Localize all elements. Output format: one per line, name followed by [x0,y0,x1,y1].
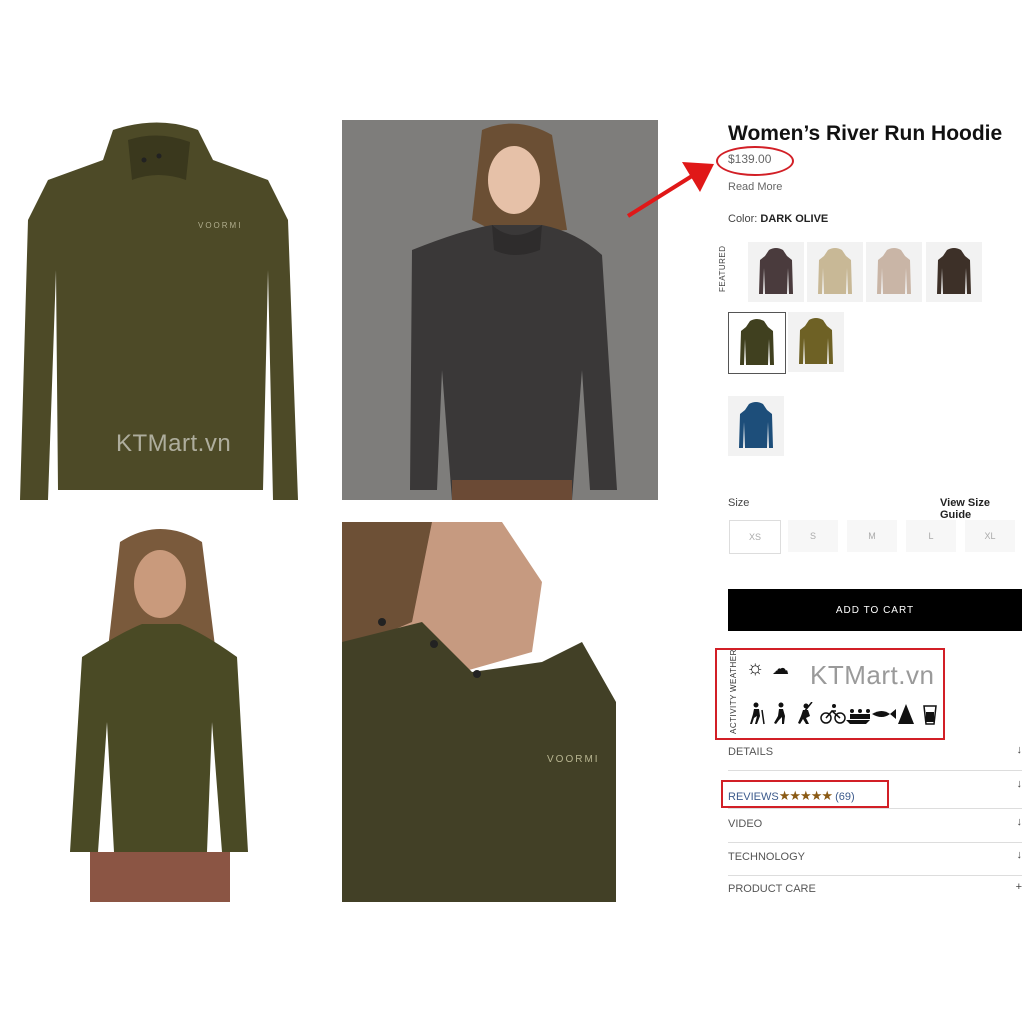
arrow-down-icon[interactable]: ↓ [1017,744,1023,756]
size-option-m[interactable]: M [847,520,897,552]
watermark: KTMart.vn [810,660,935,690]
accordion-care-label: PRODUCT CARE [728,883,816,895]
color-swatch[interactable] [748,242,804,302]
arrow-down-icon[interactable]: ↓ [1017,816,1023,828]
activity-icons [750,702,937,725]
product-photo-model-olive[interactable] [62,522,258,902]
read-more-link[interactable]: Read More [728,181,782,193]
color-value: DARK OLIVE [760,213,829,225]
product-photo-model-dark[interactable] [342,120,658,500]
featured-label: FEATURED [718,245,727,292]
add-to-cart-button[interactable]: ADD TO CART [728,589,1022,631]
color-label-prefix: Color: [728,213,758,225]
accordion-video[interactable]: VIDEO ↓ [728,810,1022,843]
color-swatch[interactable] [788,312,844,372]
price-annotation-circle [716,146,794,176]
plus-icon[interactable]: + [1016,881,1022,893]
reviews-link[interactable]: REVIEWS★★★★★ (69) [728,788,855,804]
weather-label: WEATHER [729,649,738,692]
arrow-down-icon[interactable]: ↓ [1017,849,1023,861]
color-swatch-selected[interactable] [728,312,786,374]
accordion-video-label: VIDEO [728,818,763,830]
cloud-icon: ☁ [772,659,789,678]
size-option-xs[interactable]: XS [729,520,781,554]
color-swatch[interactable] [866,242,922,302]
product-photo-collar-detail[interactable]: VOORMI [342,522,616,902]
svg-text:VOORMI: VOORMI [547,754,600,765]
svg-text:VOORMI: VOORMI [198,221,242,230]
fishing-icon [872,709,896,719]
reviews-label: REVIEWS [728,791,779,803]
size-option-l[interactable]: L [906,520,956,552]
drink-icon [923,705,937,725]
product-title: Women’s River Run Hoodie [728,122,1003,145]
arrow-down-icon[interactable]: ↓ [1017,778,1023,790]
color-swatch[interactable] [728,396,784,456]
color-swatch[interactable] [807,242,863,302]
activity-label: ACTIVITY [729,693,738,734]
color-swatch[interactable] [926,242,982,302]
accordion-technology[interactable]: TECHNOLOGY ↓ [728,843,1022,876]
climbing-icon [798,702,813,724]
star-rating-icon: ★★★★★ [778,788,833,803]
size-option-s[interactable]: S [788,520,838,552]
sun-icon: ☼ [746,657,765,679]
rafting-icon [846,709,870,724]
size-option-xl[interactable]: XL [965,520,1015,552]
accordion-details[interactable]: DETAILS ↓ [728,738,1022,771]
size-label: Size [728,497,750,509]
walking-icon [774,702,785,724]
review-count: (69) [835,791,855,803]
annotation-arrow-icon [626,162,714,218]
camping-icon [898,704,914,724]
size-guide-link[interactable]: View Size Guide [940,497,1024,521]
accordion-product-care[interactable]: PRODUCT CARE + [728,875,1022,907]
accordion-details-label: DETAILS [728,746,774,758]
hiking-icon [750,702,765,725]
color-label: Color: DARK OLIVE [728,213,828,225]
cycling-icon [820,704,846,724]
watermark: KTMart.vn [116,430,232,457]
accordion-technology-label: TECHNOLOGY [728,851,806,863]
